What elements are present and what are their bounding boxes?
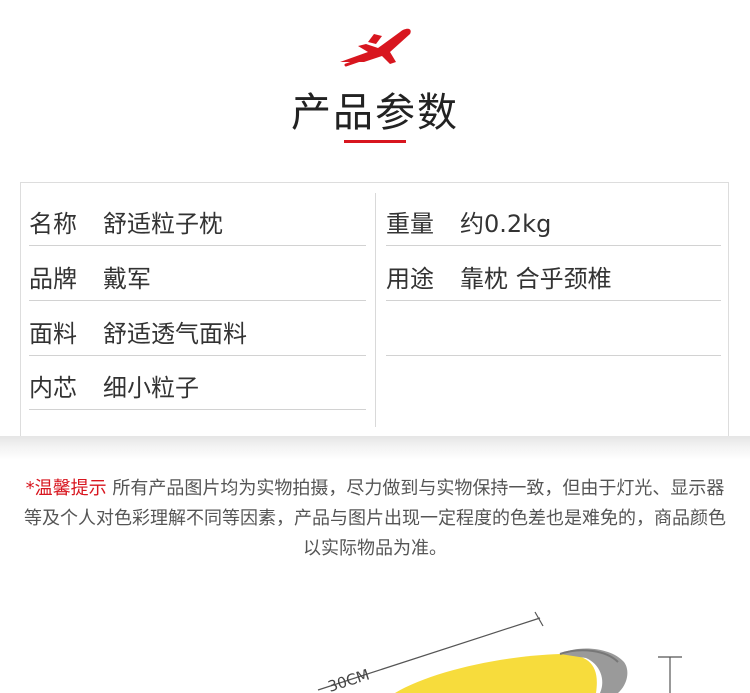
dimension-label: 30CM [326,666,372,693]
spec-value: 约0.2kg [460,210,552,238]
spec-row-filling: 内芯 细小粒子 [29,355,366,410]
spec-value: 靠枕 合乎颈椎 [460,265,612,293]
spec-table: 名称 舒适粒子枕 品牌 戴军 面料 舒适透气面料 内芯 细小粒子 重量 约0.2… [20,182,729,437]
column-divider [375,193,376,427]
spec-row-name: 名称 舒适粒子枕 [29,191,366,246]
spec-label: 名称 [29,210,77,238]
spec-label: 品牌 [29,265,77,293]
notice-warning-label: *温馨提示 [25,478,107,499]
spec-row-empty [386,301,721,356]
pillow-body [395,654,597,693]
title-underline [344,140,406,143]
spec-value: 戴军 [103,265,151,293]
notice-text: *温馨提示 所有产品图片均为实物拍摄，尽力做到与实物保持一致，但由于灯光、显示器… [18,474,732,564]
spec-label: 重量 [386,210,434,238]
spec-label: 面料 [29,320,77,348]
spec-value: 细小粒子 [103,374,199,402]
spec-value: 舒适透气面料 [103,320,247,348]
product-image: 30CM [317,611,682,693]
spec-row-fabric: 面料 舒适透气面料 [29,301,366,356]
spec-row-brand: 品牌 戴军 [29,246,366,301]
spec-label: 用途 [386,265,434,293]
page-title: 产品参数 [291,90,459,136]
spec-row-weight: 重量 约0.2kg [386,191,721,246]
red-airplane-icon [340,28,411,67]
notice-body: 所有产品图片均为实物拍摄，尽力做到与实物保持一致，但由于灯光、显示器等及个人对色… [24,478,726,559]
spec-value: 舒适粒子枕 [103,210,223,238]
section-divider-shadow [0,436,750,460]
spec-row-usage: 用途 靠枕 合乎颈椎 [386,246,721,301]
spec-label: 内芯 [29,374,77,402]
